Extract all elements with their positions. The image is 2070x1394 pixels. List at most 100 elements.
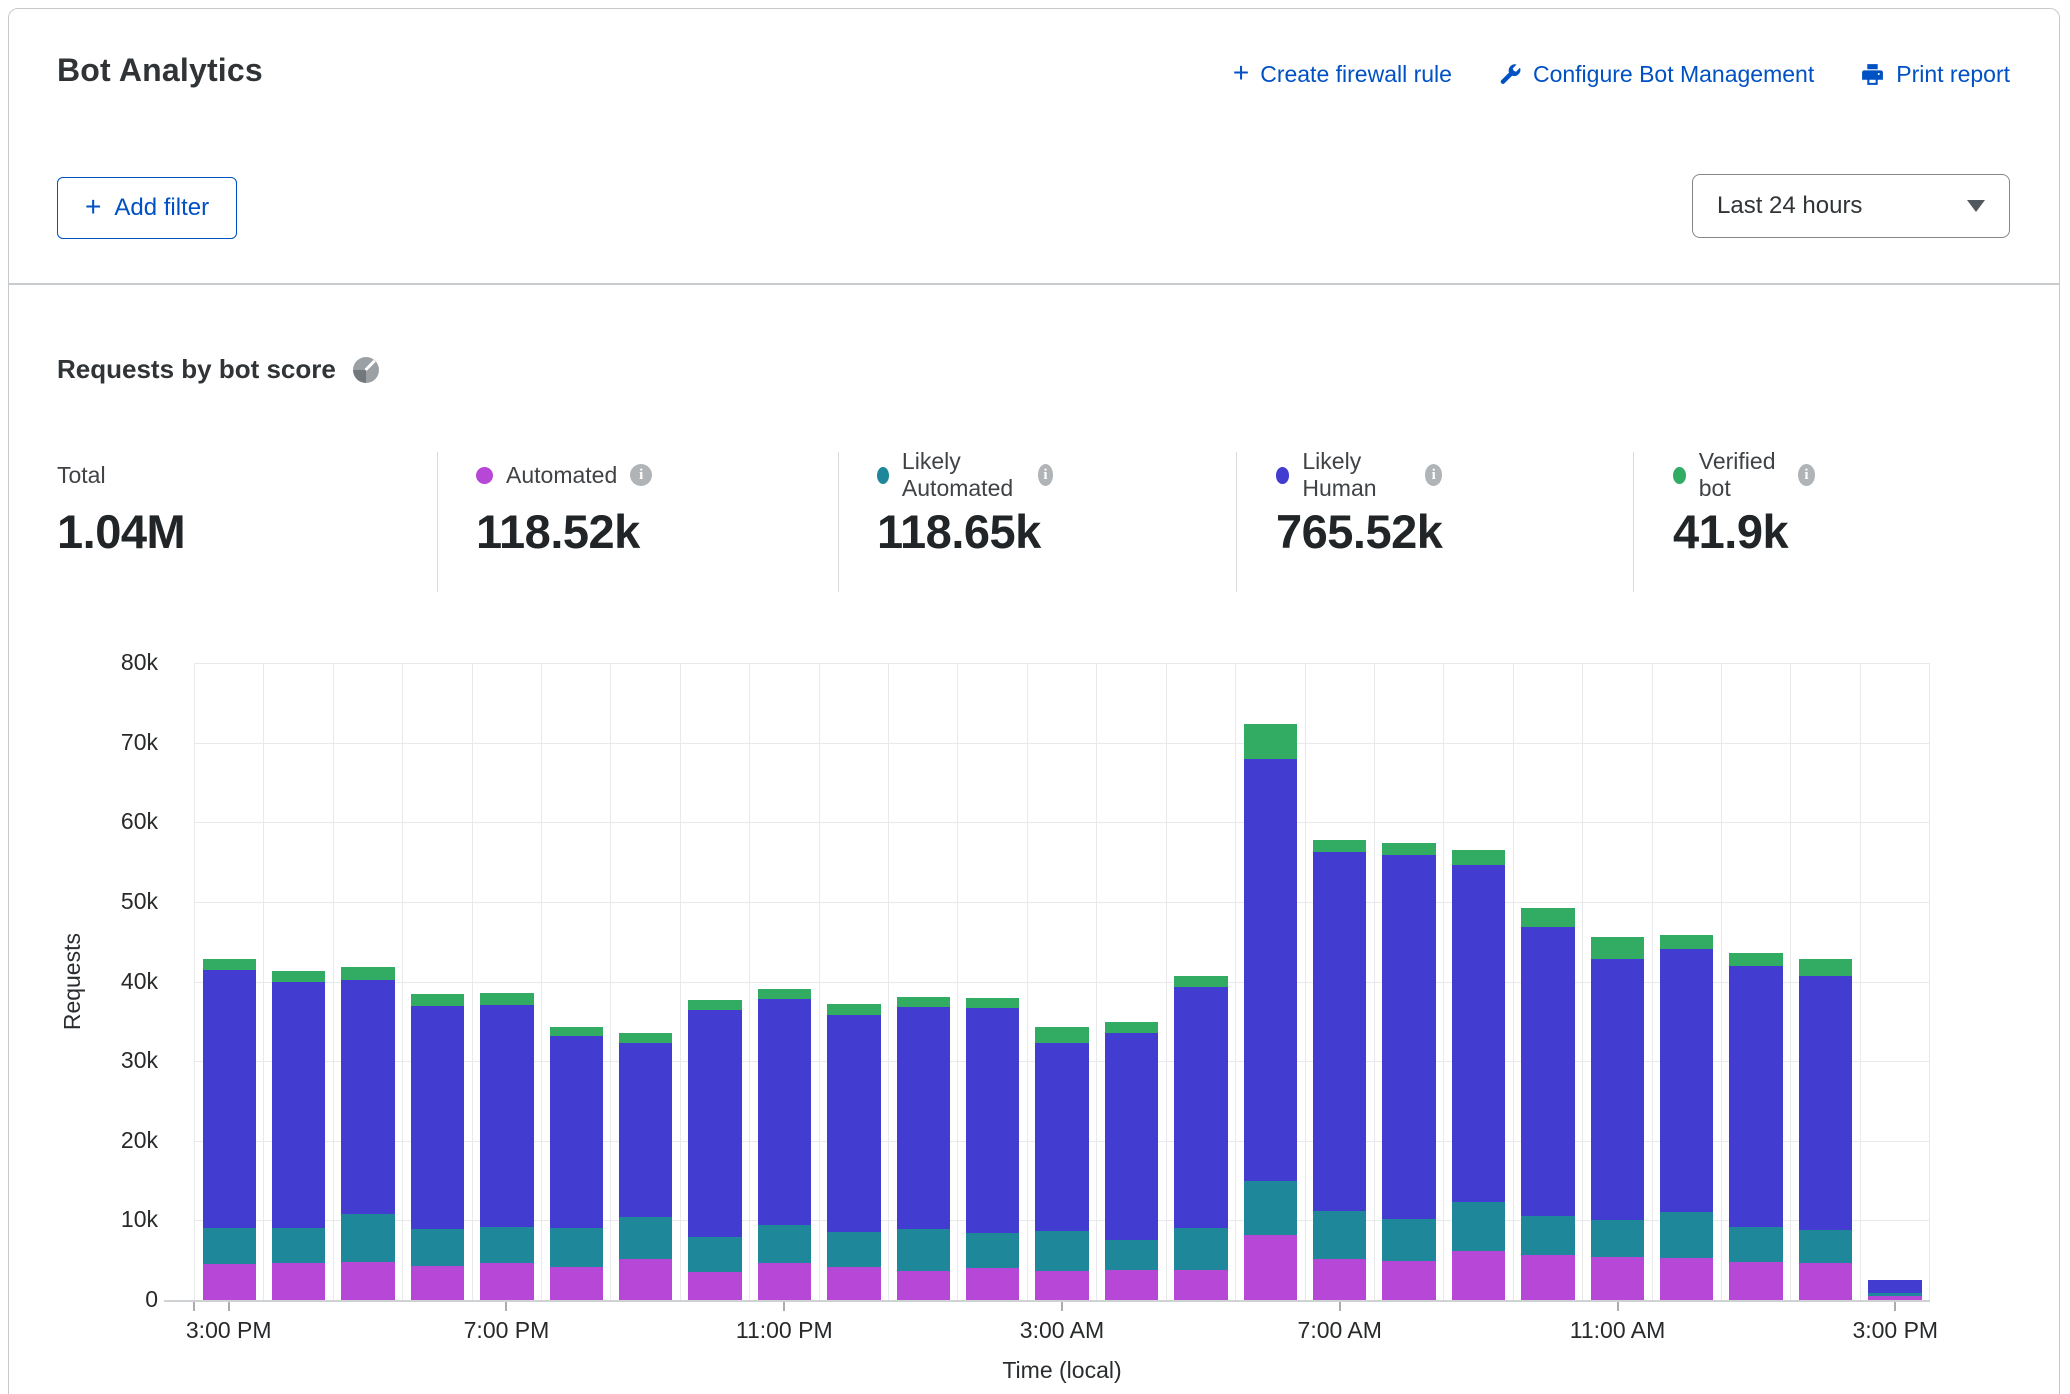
x-tick-mark [1617, 1302, 1619, 1311]
x-tick-mark [1061, 1302, 1063, 1311]
bar-segment-likely-human [1591, 959, 1644, 1219]
bar-stack-1-00-am[interactable] [897, 997, 950, 1300]
bar-slot [263, 663, 332, 1300]
header-divider [9, 283, 2059, 285]
bar-segment-verified-bot [480, 993, 533, 1005]
bar-stack-12-00-pm[interactable] [1660, 935, 1713, 1300]
bar-stack-3-00-am[interactable] [1035, 1027, 1088, 1300]
info-icon[interactable]: i [630, 464, 652, 486]
bar-segment-likely-human [1521, 927, 1574, 1216]
bar-stack-11-00-pm[interactable] [758, 989, 811, 1300]
bar-stack-8-00-pm[interactable] [550, 1027, 603, 1300]
bar-slot [1166, 663, 1235, 1300]
bar-stack-10-00-am[interactable] [1521, 908, 1574, 1300]
bar-segment-automated [966, 1268, 1019, 1300]
bar-segment-likely-human [341, 980, 394, 1214]
bar-stack-4-00-pm[interactable] [272, 971, 325, 1300]
bar-segment-likely-human [480, 1005, 533, 1227]
bar-segment-verified-bot [827, 1004, 880, 1015]
bar-stack-5-00-pm[interactable] [341, 967, 394, 1300]
bar-segment-verified-bot [688, 1000, 741, 1010]
bar-segment-likely-automated [1729, 1227, 1782, 1262]
stat-value: 118.65k [877, 504, 1053, 559]
print-report-link[interactable]: Print report [1860, 61, 2010, 88]
stat-label-row: Total [57, 460, 185, 490]
bar-stack-10-00-pm[interactable] [688, 1000, 741, 1300]
info-icon[interactable]: i [1798, 464, 1815, 486]
x-tick-mark [193, 1302, 195, 1311]
stat-label-row: Verified boti [1673, 460, 1815, 490]
stat-card-likely-automated: Likely Automatedi118.65k [877, 460, 1053, 559]
x-tick-mark [228, 1302, 230, 1311]
stat-label: Total [57, 462, 106, 489]
bar-segment-likely-automated [1521, 1216, 1574, 1256]
bar-slot [1582, 663, 1651, 1300]
bar-segment-likely-human [1035, 1043, 1088, 1231]
create-firewall-rule-link[interactable]: + Create firewall rule [1233, 60, 1452, 88]
x-tick-mark [1339, 1302, 1341, 1311]
bar-segment-verified-bot [1452, 850, 1505, 865]
bar-segment-verified-bot [1313, 840, 1366, 852]
stat-separator [1236, 452, 1237, 592]
bar-stack-7-00-pm[interactable] [480, 993, 533, 1300]
y-tick-label: 30k [58, 1047, 158, 1074]
add-filter-button[interactable]: + Add filter [57, 177, 237, 239]
bar-segment-verified-bot [411, 994, 464, 1006]
bar-stack-4-00-am[interactable] [1105, 1022, 1158, 1300]
time-range-dropdown[interactable]: Last 24 hours [1692, 174, 2010, 238]
bar-stack-3-00-pm[interactable] [1868, 1280, 1921, 1300]
bar-segment-verified-bot [550, 1027, 603, 1037]
bar-segment-automated [1660, 1258, 1713, 1300]
bar-stack-8-00-am[interactable] [1382, 843, 1435, 1300]
bar-segment-likely-human [1452, 865, 1505, 1202]
x-tick-label: 11:00 AM [1528, 1317, 1708, 1344]
x-axis-line [164, 1300, 1930, 1302]
stat-label: Likely Automated [902, 448, 1025, 502]
chart-plot-area [194, 663, 1930, 1300]
stat-value: 41.9k [1673, 504, 1815, 559]
bar-segment-likely-automated [827, 1232, 880, 1267]
info-icon[interactable]: i [1425, 464, 1442, 486]
stat-value: 1.04M [57, 504, 185, 559]
x-tick-label: 3:00 PM [139, 1317, 319, 1344]
bar-segment-verified-bot [1382, 843, 1435, 855]
bar-segment-likely-automated [1105, 1240, 1158, 1269]
pie-chart-icon [353, 357, 379, 383]
configure-bot-management-link[interactable]: Configure Bot Management [1498, 61, 1814, 88]
legend-dot [476, 467, 493, 484]
bar-segment-likely-automated [1035, 1231, 1088, 1271]
bar-stack-3-00-pm[interactable] [203, 959, 256, 1300]
info-icon[interactable]: i [1038, 464, 1053, 486]
header-actions: + Create firewall rule Configure Bot Man… [1233, 60, 2010, 88]
bar-stack-5-00-am[interactable] [1174, 976, 1227, 1300]
bar-segment-automated [1591, 1257, 1644, 1300]
bar-segment-likely-automated [1174, 1228, 1227, 1269]
bar-slot [1443, 663, 1512, 1300]
y-tick-label: 70k [58, 729, 158, 756]
y-tick-label: 80k [58, 649, 158, 676]
bar-stack-7-00-am[interactable] [1313, 840, 1366, 1300]
wrench-icon [1498, 62, 1522, 86]
bar-segment-verified-bot [897, 997, 950, 1007]
bar-slot [333, 663, 402, 1300]
bar-stack-6-00-pm[interactable] [411, 994, 464, 1300]
stat-label: Likely Human [1302, 448, 1412, 502]
bar-segment-likely-human [1244, 759, 1297, 1180]
bar-segment-likely-human [1729, 966, 1782, 1227]
bar-stack-11-00-am[interactable] [1591, 937, 1644, 1300]
bar-stack-9-00-am[interactable] [1452, 850, 1505, 1300]
bar-stack-2-00-am[interactable] [966, 998, 1019, 1300]
x-tick-label: 7:00 AM [1250, 1317, 1430, 1344]
x-tick-mark [1894, 1302, 1896, 1311]
bar-stack-12-00-am[interactable] [827, 1004, 880, 1300]
bar-stack-9-00-pm[interactable] [619, 1033, 672, 1300]
bar-stack-2-00-pm[interactable] [1799, 959, 1852, 1300]
gridline-horizontal [194, 822, 1929, 823]
stat-value: 765.52k [1276, 504, 1442, 559]
bar-segment-automated [1244, 1235, 1297, 1300]
bar-stack-6-00-am[interactable] [1244, 724, 1297, 1300]
bar-segment-verified-bot [203, 959, 256, 970]
bar-segment-likely-human [1382, 855, 1435, 1219]
bar-stack-1-00-pm[interactable] [1729, 953, 1782, 1300]
stat-label: Automated [506, 462, 617, 489]
